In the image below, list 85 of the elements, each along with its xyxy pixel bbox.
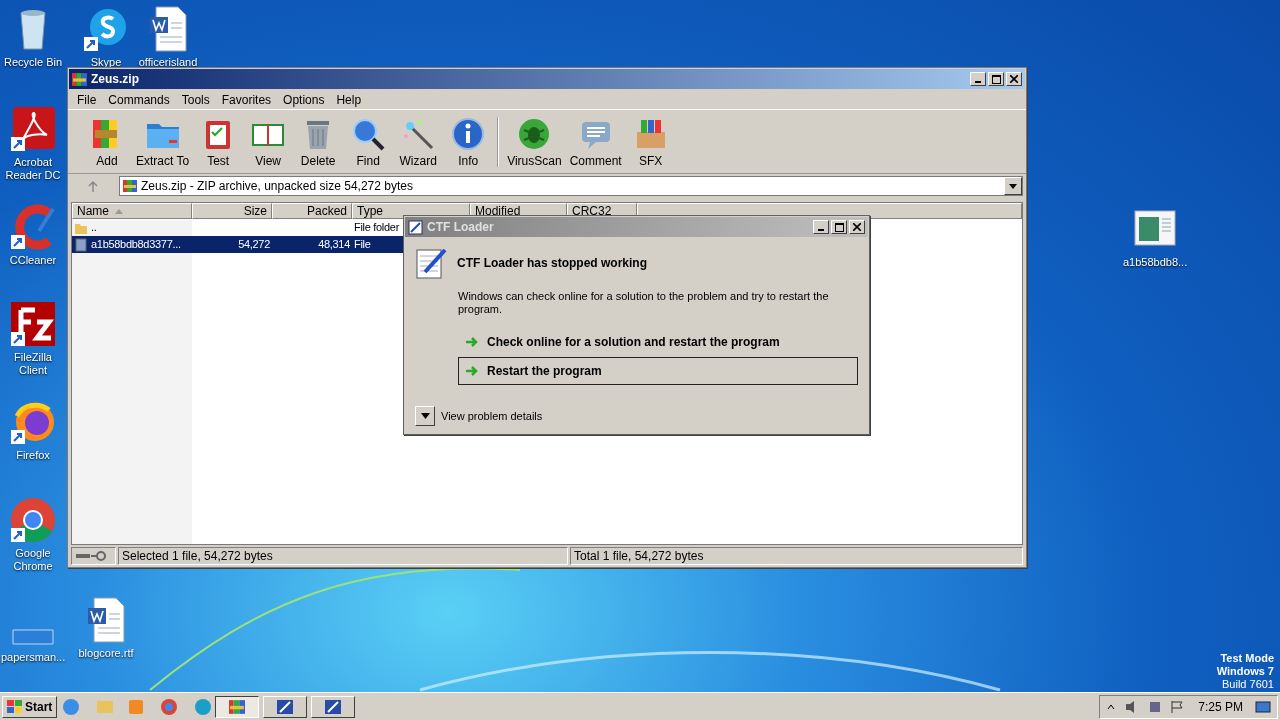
minimize-button[interactable] xyxy=(813,220,829,234)
menu-item[interactable]: Commands xyxy=(102,92,176,107)
archive-icon xyxy=(72,71,87,87)
arrow-icon xyxy=(465,336,479,348)
windows-logo-icon xyxy=(7,699,23,714)
toolbar-button[interactable]: VirusScan xyxy=(503,111,566,172)
pdf-logo-icon[interactable] xyxy=(9,105,57,153)
details-label: View problem details xyxy=(441,410,543,422)
table-cell-text: 48,314 xyxy=(318,237,350,252)
system-watermark-text: Build 7601 xyxy=(1222,678,1274,691)
info-icon xyxy=(450,115,487,152)
toolbar-button[interactable]: Comment xyxy=(565,111,626,172)
dialog-message: Windows can check online for a solution to the problem and try to restart the program. xyxy=(458,290,830,316)
expand-button[interactable] xyxy=(415,406,435,426)
archive-icon xyxy=(229,698,246,715)
dialog-heading: CTF Loader has stopped working xyxy=(457,256,647,270)
maximize-button[interactable] xyxy=(831,220,847,234)
table-cell-text: File folder xyxy=(354,220,399,235)
file-icon xyxy=(74,237,88,252)
desktop-icon-label[interactable]: Acrobat Reader DC xyxy=(1,156,65,182)
toolbar-button[interactable]: SFX xyxy=(625,111,676,172)
up-arrow-icon xyxy=(87,180,99,192)
table-cell-text: 54,272 xyxy=(238,237,270,252)
menu-item[interactable]: Favorites xyxy=(215,92,278,107)
toolbar-button[interactable]: Wizard xyxy=(393,111,444,172)
table-cell-text: File xyxy=(354,237,371,252)
minimize-button[interactable] xyxy=(970,72,986,86)
caret-icon xyxy=(420,413,430,419)
taskbar-button[interactable] xyxy=(215,695,260,718)
command-link[interactable]: Restart the program xyxy=(458,357,858,385)
status-text: Total 1 file, 54,272 bytes xyxy=(570,547,1023,565)
close-icon xyxy=(853,223,861,231)
toolbar-button[interactable]: Info xyxy=(443,111,494,172)
toolbar-button[interactable]: View xyxy=(243,111,294,172)
desktop-icon-label[interactable]: Google Chrome xyxy=(1,547,65,573)
close-button[interactable] xyxy=(849,220,865,234)
toolbar-button[interactable]: Add xyxy=(82,111,132,172)
system-watermark-text: Windows 7 xyxy=(1216,665,1274,678)
notepad-pen-icon xyxy=(415,246,449,280)
window-title: Zeus.zip xyxy=(91,72,140,86)
address-field[interactable]: Zeus.zip - ZIP archive, unpacked size 54,272 bytes xyxy=(119,176,1023,196)
maximize-icon xyxy=(991,74,1001,84)
desktop-icon-label[interactable]: a1b58bdb8... xyxy=(1123,256,1187,269)
close-icon xyxy=(1010,75,1018,83)
toolbar-button[interactable]: Delete xyxy=(293,111,344,172)
clock: 7:25 PM xyxy=(1198,699,1243,714)
menu-item[interactable]: Help xyxy=(330,92,368,107)
drive-key-icon xyxy=(75,551,109,561)
desktop-icon-label[interactable]: Recycle Bin xyxy=(3,56,63,69)
window-title: CTF Loader xyxy=(427,220,495,234)
menu-item[interactable]: Tools xyxy=(175,92,216,107)
column-header[interactable]: Size xyxy=(192,203,272,219)
sort-arrow-icon xyxy=(115,208,123,214)
show-desktop-icon[interactable] xyxy=(1255,699,1271,714)
menu-item[interactable]: File xyxy=(71,92,103,107)
system-watermark-text: Test Mode xyxy=(1220,652,1274,665)
desktop-icon-label[interactable]: papersman... xyxy=(1,651,65,664)
menu-item[interactable]: Options xyxy=(277,92,331,107)
app-window-icon xyxy=(324,698,343,715)
toolbar-button[interactable]: Find xyxy=(343,111,394,172)
file-name[interactable]: .. xyxy=(91,219,97,236)
arrow-icon xyxy=(465,365,479,377)
archive-icon xyxy=(123,179,137,193)
chrome-logo-icon[interactable] xyxy=(9,496,57,544)
app-window-icon xyxy=(276,698,295,715)
command-link[interactable]: Check online for a solution and restart the program xyxy=(458,328,858,356)
app-icon xyxy=(408,219,423,235)
desktop-icon-label[interactable]: officerisland xyxy=(138,56,198,69)
toolbar-button[interactable]: Extract To xyxy=(132,111,194,172)
caret-icon xyxy=(1009,183,1017,189)
toolbar-button[interactable]: Test xyxy=(193,111,244,172)
maximize-button[interactable] xyxy=(988,72,1004,86)
start-button[interactable]: Start xyxy=(2,695,58,718)
desktop-icon-label[interactable]: Firefox xyxy=(16,449,50,462)
brush-icon[interactable] xyxy=(9,203,57,251)
fz-logo-icon[interactable] xyxy=(9,300,57,348)
status-text: Selected 1 file, 54,272 bytes xyxy=(118,547,568,565)
close-button[interactable] xyxy=(1006,72,1022,86)
column-header[interactable]: Packed xyxy=(272,203,352,219)
column-header[interactable]: Name xyxy=(72,203,192,219)
desktop-icon-label[interactable]: FileZilla Client xyxy=(1,351,65,377)
dropdown-button[interactable] xyxy=(1004,177,1022,195)
desktop-icon-label[interactable]: Skype xyxy=(90,56,122,69)
maximize-icon xyxy=(834,222,844,232)
desktop-icon-label[interactable]: CCleaner xyxy=(9,254,57,267)
